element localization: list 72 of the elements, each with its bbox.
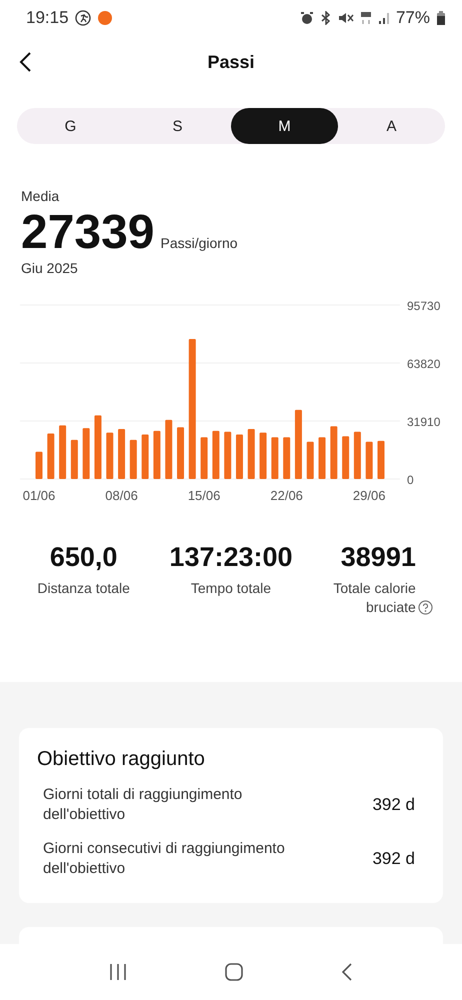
signal-icon [378,11,390,25]
status-time: 19:15 [26,8,69,28]
period-label: Giu 2025 [21,260,79,276]
page-title: Passi [207,52,255,72]
bar [342,436,350,479]
bar [130,440,137,479]
bar [306,442,314,479]
mute-icon [338,11,354,25]
card-title: Obiettivo raggiunto [37,748,206,771]
bar [236,434,243,479]
bar [354,432,361,479]
goal-row-value: 392 d [372,795,415,815]
bar [318,437,326,479]
bar [224,432,232,479]
goal-row-value: 392 d [372,849,415,869]
stat-value: 137:23:00 [169,542,293,573]
bar [294,410,302,479]
stat-label: Distanza totale [37,579,130,598]
battery-percentage: 77% [396,8,430,28]
app-notification-icon [96,10,113,26]
summary-label: Media [21,188,60,204]
bar [177,427,184,479]
x-axis-label: 08/06 [105,488,138,503]
bar [283,437,290,479]
battery-icon [436,10,446,26]
bar [165,420,172,479]
x-axis-label: 01/06 [22,488,56,503]
stat-value: 650,0 [50,542,118,573]
stat-value: 38991 [340,542,416,573]
bar [330,426,338,479]
bar [36,452,42,479]
bar [70,440,78,479]
y-axis-label: 31910 [407,415,440,429]
running-icon [74,10,91,26]
period-tab[interactable]: G [17,108,124,144]
bar [94,415,102,479]
bar [153,430,160,479]
bar [106,432,114,479]
bar [47,434,54,479]
average-value: 27339 [21,208,154,258]
y-axis-label: 63820 [407,357,440,371]
back-icon[interactable] [340,962,354,982]
goal-row-label: Giorni consecutivi di raggiungimento dell'obiettivo [43,839,286,879]
bar [142,434,149,479]
bar [366,442,373,479]
unit-label: Passi/giorno [160,235,238,251]
recent-apps-icon[interactable] [108,963,128,981]
alarm-icon [300,11,314,25]
bar [82,428,90,479]
y-axis-label: 0 [407,473,414,487]
goal-row-label: Giorni totali di raggiungimento dell'obiettivo [43,785,244,825]
bar [260,432,267,479]
x-axis-label: 15/06 [188,488,220,503]
bar [59,425,66,479]
chevron-left-icon [18,51,32,73]
bar [378,440,384,479]
x-axis-label: 29/06 [352,488,386,503]
period-tab[interactable]: A [338,108,445,144]
y-axis-label: 95730 [407,299,440,313]
home-icon[interactable] [224,962,244,982]
bar [118,429,126,479]
period-tab[interactable]: M [231,108,338,144]
stat-label: Totale calorie bruciate [332,579,416,617]
help-icon[interactable] [418,600,433,615]
period-tab[interactable]: S [124,108,231,144]
x-axis-label: 22/06 [270,488,303,503]
bar [212,430,220,479]
stat-label: Tempo totale [190,579,272,598]
bar [200,437,208,479]
bar [248,429,255,479]
bluetooth-icon [320,11,332,25]
bar [271,437,278,479]
